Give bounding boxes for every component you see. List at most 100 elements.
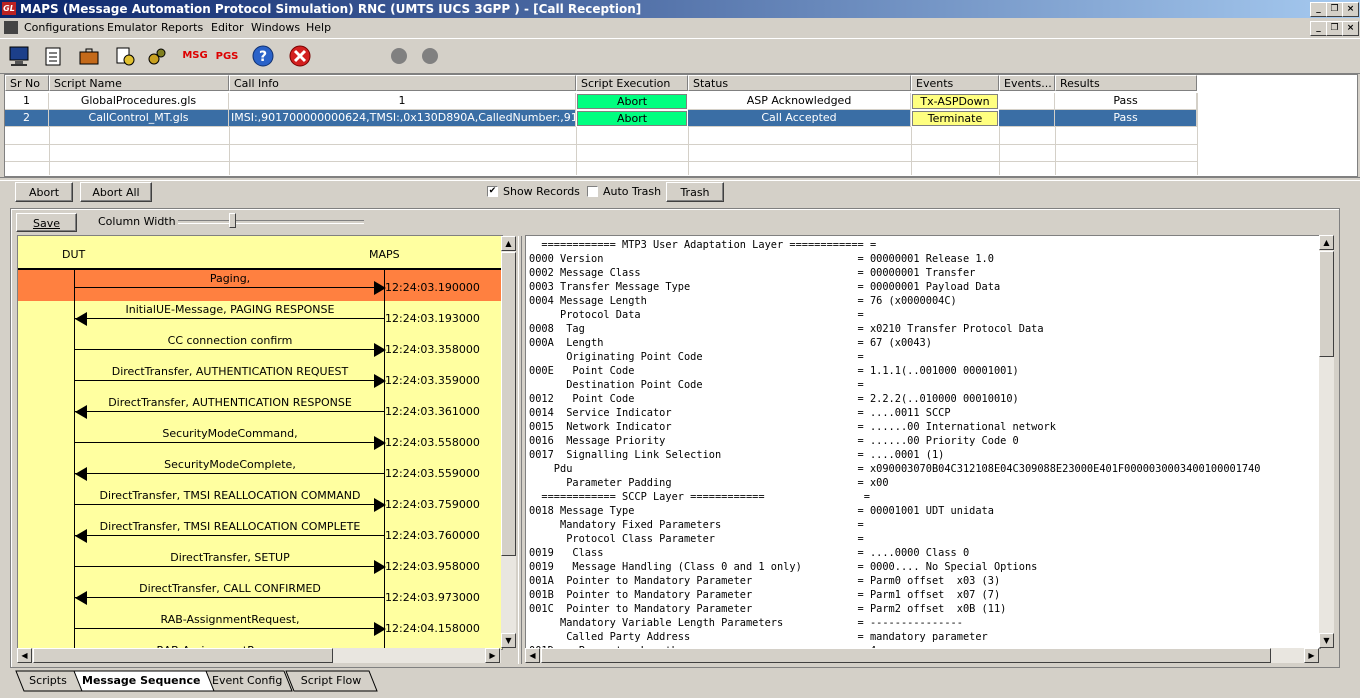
tab-event-config[interactable]: Event Config: [212, 671, 282, 692]
child-restore-button[interactable]: ❐: [1326, 21, 1343, 36]
decode-vscrollbar[interactable]: ▲ ▼: [1319, 235, 1334, 648]
scroll-up-button[interactable]: ▲: [501, 236, 516, 251]
briefcase-icon[interactable]: [76, 43, 102, 69]
toolbar: MSG PGS ?: [0, 38, 1360, 74]
notepad-icon[interactable]: [40, 43, 66, 69]
sequence-message[interactable]: CC connection confirm 12:24:03.358000: [18, 332, 502, 363]
scroll-right-button[interactable]: ▶: [485, 648, 500, 663]
col-events[interactable]: Events: [911, 75, 999, 91]
col-status[interactable]: Status: [688, 75, 911, 91]
scroll-down-button[interactable]: ▼: [1319, 633, 1334, 648]
abort-all-button[interactable]: Abort All: [80, 182, 152, 202]
decode-line: Originating Point Code =: [529, 351, 864, 363]
cell-call-info: 1: [229, 93, 576, 110]
abort-script-button[interactable]: Abort: [577, 94, 687, 109]
grid-line: [1197, 93, 1198, 175]
scroll-up-button[interactable]: ▲: [1319, 235, 1334, 250]
col-script-name[interactable]: Script Name: [49, 75, 229, 91]
monitor-icon[interactable]: [6, 43, 32, 69]
tab-message-sequence[interactable]: Message Sequence: [82, 671, 200, 692]
sequence-message[interactable]: DirectTransfer, CALL CONFIRMED 12:24:03.9…: [18, 580, 502, 611]
sequence-message[interactable]: InitialUE-Message, PAGING RESPONSE 12:24:…: [18, 301, 502, 332]
menu-configurations[interactable]: Configurations: [24, 21, 104, 34]
decode-line: 001A Pointer to Mandatory Parameter = Pa…: [529, 575, 1001, 587]
sequence-message[interactable]: SecurityModeComplete, 12:24:03.559000: [18, 456, 502, 487]
decode-line: 0019 Message Handling (Class 0 and 1 onl…: [529, 561, 1038, 573]
settings-gears-icon[interactable]: [144, 43, 170, 69]
col-script-execution[interactable]: Script Execution: [576, 75, 688, 91]
msg-icon[interactable]: MSG: [182, 43, 208, 69]
menu-editor[interactable]: Editor: [211, 21, 244, 34]
pgs-icon[interactable]: PGS: [214, 43, 240, 69]
hscroll-thumb[interactable]: [541, 648, 1271, 663]
child-minimize-button[interactable]: _: [1310, 21, 1327, 36]
close-button[interactable]: ×: [1342, 2, 1359, 17]
sequence-message[interactable]: RAB-AssignmentRequest, 12:24:04.158000: [18, 611, 502, 642]
hscroll-thumb[interactable]: [33, 648, 333, 663]
tab-scripts[interactable]: Scripts: [26, 671, 70, 692]
column-width-track[interactable]: [178, 220, 364, 224]
save-button[interactable]: Save: [16, 213, 77, 232]
abort-script-button[interactable]: Abort: [577, 111, 687, 126]
sequence-message[interactable]: DirectTransfer, SETUP 12:24:03.958000: [18, 549, 502, 580]
trash-button[interactable]: Trash: [666, 182, 724, 202]
event-button[interactable]: Terminate: [912, 111, 998, 126]
menu-emulator[interactable]: Emulator: [107, 21, 157, 34]
status-light-2-icon: [417, 43, 443, 69]
message-arrow-line: [75, 473, 385, 474]
child-close-button[interactable]: ×: [1342, 21, 1359, 36]
vertical-splitter[interactable]: [518, 236, 522, 664]
sequence-message[interactable]: Paging, 12:24:03.190000: [18, 270, 502, 301]
help-icon[interactable]: ?: [250, 43, 276, 69]
restore-button[interactable]: ❐: [1326, 2, 1343, 17]
document-icon[interactable]: [4, 21, 18, 34]
auto-trash-checkbox[interactable]: [587, 186, 598, 197]
decode-line: 0017 Signalling Link Selection = ....000…: [529, 449, 945, 461]
col-sr-no[interactable]: Sr No: [5, 75, 49, 91]
arrow-left-icon: [75, 529, 87, 543]
abort-button[interactable]: Abort: [15, 182, 73, 202]
sequence-message[interactable]: DirectTransfer, TMSI REALLOCATION COMMAN…: [18, 487, 502, 518]
sequence-vscrollbar[interactable]: ▲ ▼: [501, 236, 516, 648]
minimize-button[interactable]: _: [1310, 2, 1327, 17]
menu-reports[interactable]: Reports: [161, 21, 203, 34]
scroll-down-button[interactable]: ▼: [501, 633, 516, 648]
message-timestamp: 12:24:03.958000: [385, 560, 480, 573]
grid-line: [688, 127, 689, 175]
grid-line: [5, 144, 1197, 145]
decode-line: Mandatory Variable Length Parameters = -…: [529, 617, 963, 629]
scroll-left-button[interactable]: ◀: [17, 648, 32, 663]
sequence-message[interactable]: SecurityModeCommand, 12:24:03.558000: [18, 425, 502, 456]
sequence-message[interactable]: DirectTransfer, AUTHENTICATION RESPONSE 1…: [18, 394, 502, 425]
scroll-right-button[interactable]: ▶: [1304, 648, 1319, 663]
script-edit-icon[interactable]: [112, 43, 138, 69]
scroll-left-button[interactable]: ◀: [525, 648, 540, 663]
title-bar: GL MAPS (Message Automation Protocol Sim…: [0, 0, 1360, 18]
splitter[interactable]: [0, 177, 1360, 181]
column-width-slider[interactable]: [229, 213, 236, 228]
scroll-thumb[interactable]: [501, 252, 516, 556]
sequence-message[interactable]: DirectTransfer, TMSI REALLOCATION COMPLE…: [18, 518, 502, 549]
sequence-hscrollbar[interactable]: ◀ ▶: [17, 648, 501, 663]
col-call-info[interactable]: Call Info: [229, 75, 576, 91]
decode-line: 001B Pointer to Mandatory Parameter = Pa…: [529, 589, 1001, 601]
svg-text:?: ?: [259, 49, 267, 65]
menu-windows[interactable]: Windows: [251, 21, 300, 34]
col-events-2[interactable]: Events...: [999, 75, 1055, 91]
maps-header: MAPS: [369, 248, 400, 261]
stop-icon[interactable]: [287, 43, 313, 69]
message-timestamp: 12:24:03.190000: [385, 281, 480, 294]
message-label: DirectTransfer, AUTHENTICATION REQUEST: [111, 365, 349, 378]
col-results[interactable]: Results: [1055, 75, 1197, 91]
menu-help[interactable]: Help: [306, 21, 331, 34]
message-arrow-line: [75, 349, 385, 350]
decode-line: Protocol Class Parameter =: [529, 533, 864, 545]
decode-hscrollbar[interactable]: ◀ ▶: [525, 648, 1319, 663]
tab-script-flow[interactable]: Script Flow: [293, 671, 369, 692]
sequence-message[interactable]: DirectTransfer, AUTHENTICATION REQUEST 12…: [18, 363, 502, 394]
scroll-thumb[interactable]: [1319, 251, 1334, 357]
message-arrow-line: [75, 597, 385, 598]
event-button[interactable]: Tx-ASPDown: [912, 94, 998, 109]
show-records-checkbox[interactable]: ✔: [487, 186, 498, 197]
message-arrow-line: [75, 535, 385, 536]
